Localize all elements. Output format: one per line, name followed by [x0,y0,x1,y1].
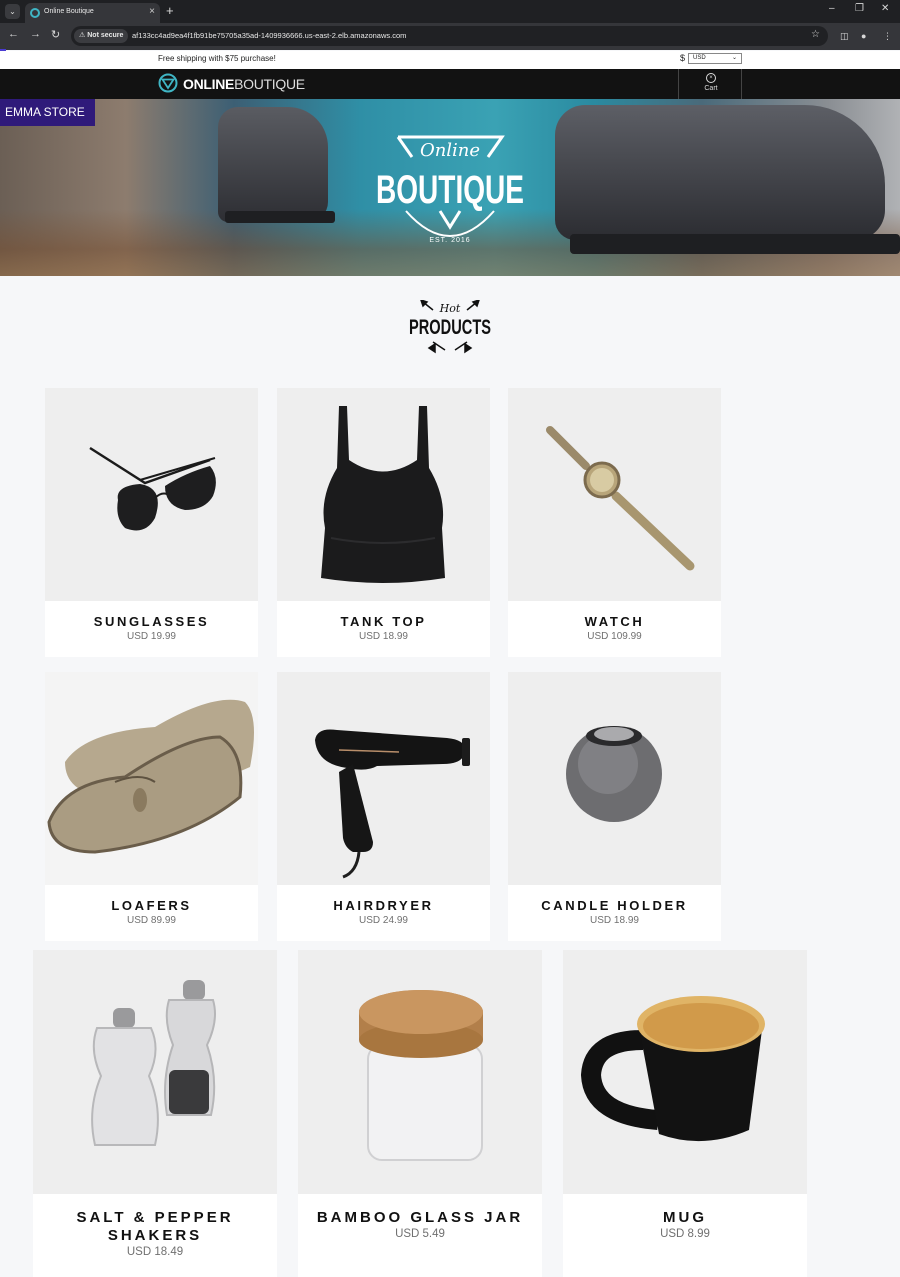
profile-icon[interactable]: ● [861,31,866,41]
product-card[interactable]: WATCH USD 109.99 [508,388,721,657]
back-icon[interactable]: ← [8,28,19,40]
product-price: USD 109.99 [587,631,642,642]
product-price: USD 89.99 [127,915,176,926]
product-price: USD 18.99 [359,631,408,642]
heading-script: Hot [439,302,461,315]
product-card[interactable]: LOAFERS USD 89.99 [45,672,258,941]
hero-device-right-base [570,234,900,254]
heading-title: PRODUCTS [409,316,491,339]
badge-script-text: Online [420,140,480,161]
tab-title: Online Boutique [44,8,94,15]
window-close-icon[interactable]: ✕ [881,3,889,14]
browser-tab-strip: ⌄ Online Boutique × + – ❐ ✕ [0,0,900,23]
product-price: USD 5.49 [395,1228,445,1240]
product-card[interactable]: SUNGLASSES USD 19.99 [45,388,258,657]
product-name[interactable]: HAIRDRYER [277,898,490,913]
browser-tab[interactable]: Online Boutique × [25,3,160,23]
product-name[interactable]: BAMBOO GLASS JAR [298,1209,542,1226]
product-image-candle-holder[interactable] [508,672,721,885]
cart-label: Cart [704,85,718,92]
product-image-watch[interactable] [508,388,721,601]
favicon-icon [30,8,40,18]
product-image-bamboo-glass-jar[interactable] [298,950,542,1194]
logo-icon[interactable] [158,73,178,93]
star-icon[interactable]: ☆ [811,29,820,40]
forward-icon[interactable]: → [30,28,41,40]
warning-icon: ⚠ [79,32,86,39]
product-image-hairdryer[interactable] [277,672,490,885]
product-price: USD 18.99 [590,915,639,926]
currency-select[interactable]: USD ⌄ [688,53,742,64]
security-chip[interactable]: ⚠ Not secure [74,29,129,43]
new-tab-icon[interactable]: + [166,3,174,18]
url-field[interactable]: ⚠ Not secure af133cc4ad9ea4f1fb91be75705… [71,26,828,46]
product-price: USD 24.99 [359,915,408,926]
logo-light-text: BOUTIQUE [234,76,305,92]
hot-products-heading: Hot PRODUCTS [409,300,491,354]
product-price: USD 19.99 [127,631,176,642]
product-image-tank-top[interactable] [277,388,490,601]
hero-device-left [218,107,328,222]
product-card[interactable]: SALT & PEPPER SHAKERS USD 18.49 [33,950,277,1277]
address-bar-row: ← → ↻ ⚠ Not secure af133cc4ad9ea4f1fb91b… [0,23,900,50]
cart-icon: × [706,73,716,83]
hero-banner: Online BOUTIQUE EST. 2016 [0,99,900,276]
store-badge[interactable]: EMMA STORE [0,99,95,126]
close-icon[interactable]: × [149,6,155,17]
product-image-loafers[interactable] [45,672,258,885]
promo-bar: Free shipping with $75 purchase! $ USD ⌄ [0,51,900,69]
menu-icon[interactable]: ⋮ [883,31,892,42]
tab-search-icon[interactable]: ⌄ [5,4,20,19]
currency-symbol: $ [680,53,686,63]
security-label: Not secure [87,32,124,39]
product-card[interactable]: BAMBOO GLASS JAR USD 5.49 [298,950,542,1277]
boutique-badge: Online BOUTIQUE EST. 2016 [376,135,524,244]
currency-value: USD [693,55,706,61]
badge-title-text: BOUTIQUE [376,168,524,212]
restore-icon[interactable]: ❐ [855,3,864,14]
badge-est-text: EST. 2016 [429,237,470,244]
product-name[interactable]: CANDLE HOLDER [508,898,721,913]
main-navbar: ONLINEBOUTIQUE × Cart [0,69,900,99]
product-image-sunglasses[interactable] [45,388,258,601]
reload-icon[interactable]: ↻ [51,28,60,41]
product-card[interactable]: TANK TOP USD 18.99 [277,388,490,657]
product-price: USD 18.49 [126,1246,184,1258]
shipping-promo: Free shipping with $75 purchase! [158,54,276,63]
hero-device-right [555,105,885,240]
url-text: af133cc4ad9ea4f1fb91be75705a35ad-1409936… [132,31,407,40]
product-image-salt-pepper-shakers[interactable] [33,950,277,1194]
product-price: USD 8.99 [660,1228,710,1240]
minimize-icon[interactable]: – [829,3,835,14]
sidepanel-icon[interactable]: ◫ [840,31,849,42]
cart-button[interactable]: × Cart [678,69,742,99]
product-card[interactable]: MUG USD 8.99 [563,950,807,1277]
product-card[interactable]: CANDLE HOLDER USD 18.99 [508,672,721,941]
product-image-mug[interactable] [563,950,807,1194]
product-name[interactable]: MUG [563,1209,807,1226]
product-name[interactable]: SUNGLASSES [45,614,258,629]
product-name[interactable]: LOAFERS [45,898,258,913]
product-name[interactable]: TANK TOP [277,614,490,629]
site-logo[interactable]: ONLINEBOUTIQUE [183,76,305,92]
logo-bold-text: ONLINE [183,76,235,92]
chevron-down-icon: ⌄ [731,55,737,61]
product-name[interactable]: WATCH [508,614,721,629]
product-card[interactable]: HAIRDRYER USD 24.99 [277,672,490,941]
hero-device-left-base [225,211,335,223]
product-name[interactable]: SALT & PEPPER SHAKERS [33,1209,277,1245]
